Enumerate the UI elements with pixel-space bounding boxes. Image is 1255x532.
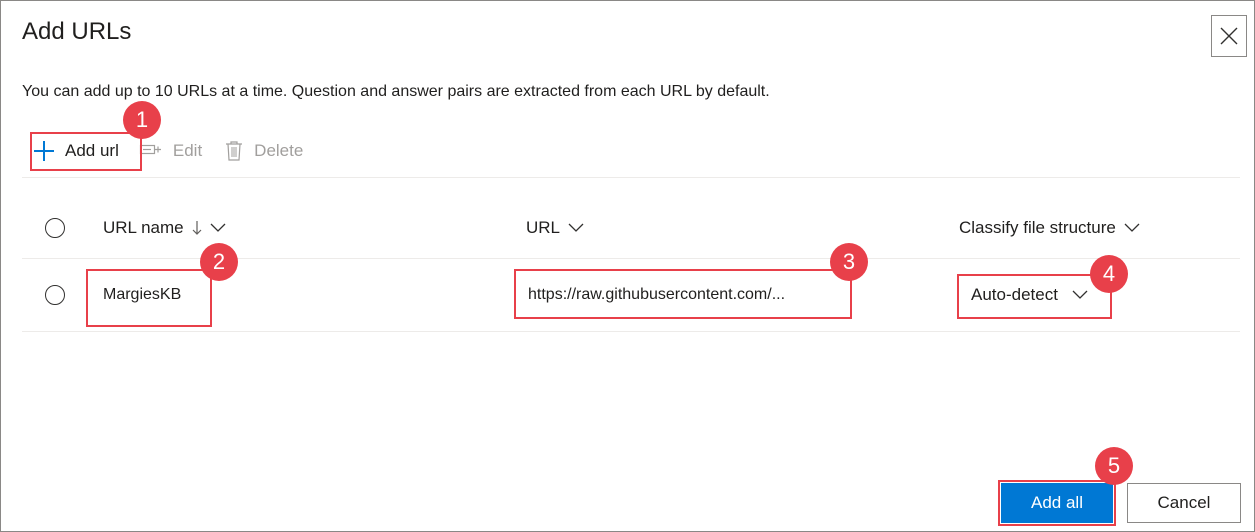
annotation-box-4 [957,274,1112,319]
annotation-badge-3: 3 [830,243,868,281]
add-urls-dialog: Add URLs You can add up to 10 URLs at a … [0,0,1255,532]
column-label-url-name: URL name [103,218,184,237]
edit-button[interactable]: Edit [139,141,202,161]
chevron-down-icon [210,223,226,233]
edit-label: Edit [172,141,203,160]
column-header-url[interactable]: URL [526,218,584,238]
annotation-box-5 [998,480,1116,526]
dialog-description: You can add up to 10 URLs at a time. Que… [22,83,770,100]
annotation-badge-5: 5 [1095,447,1133,485]
toolbar-divider [22,177,1240,178]
delete-button[interactable]: Delete [224,140,303,162]
column-label-url: URL [526,218,561,237]
column-label-classify: Classify file structure [959,218,1116,237]
arrow-down-icon [192,220,202,236]
annotation-badge-4: 4 [1090,255,1128,293]
edit-icon [139,144,161,155]
dialog-title: Add URLs [22,18,132,45]
chevron-down-icon [568,223,584,233]
annotation-badge-2: 2 [200,243,238,281]
column-header-classify[interactable]: Classify file structure [959,218,1140,238]
annotation-box-1 [30,132,142,171]
cancel-button[interactable]: Cancel [1127,483,1241,523]
row-divider [22,331,1240,332]
close-icon [1220,27,1238,45]
annotation-badge-1: 1 [123,101,161,139]
annotation-box-3 [514,269,852,319]
trash-icon [226,141,243,161]
delete-label: Delete [254,141,304,160]
row-select-radio[interactable] [45,285,65,305]
column-header-url-name[interactable]: URL name [103,218,226,238]
annotation-box-2 [86,269,212,327]
close-button[interactable] [1211,15,1247,57]
chevron-down-icon [1124,223,1140,233]
select-all-radio[interactable] [45,218,65,238]
